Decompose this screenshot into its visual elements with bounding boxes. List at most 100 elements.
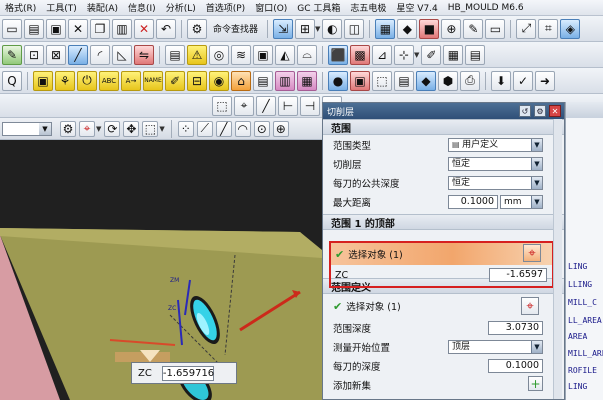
create-program-icon[interactable]: ▣ [33,70,53,91]
verify-icon[interactable]: ◉ [209,70,229,91]
close-icon[interactable]: ✕ [549,105,561,117]
crosshair-icon[interactable]: ⌖ [79,120,95,137]
menu-window[interactable]: 窗口(O) [250,1,292,14]
layer-icon[interactable]: ◫ [344,18,365,39]
method-icon[interactable]: ▤ [394,70,414,91]
crosshair-select-icon[interactable]: ⌖ [521,297,539,315]
more-snap-icon[interactable]: ⊕ [272,120,289,137]
menu-preferences[interactable]: 首选项(P) [201,1,250,14]
select-all-icon[interactable]: ⬚ [212,95,232,116]
midpoint-icon[interactable]: ⊢ [278,95,298,116]
chamfer-icon[interactable]: ◺ [112,44,132,65]
create-tool-icon[interactable]: ⚘ [55,70,75,91]
offset-face-icon[interactable]: ▣ [253,44,273,65]
cube-red-icon[interactable]: ■ [419,18,440,39]
range-depth-input[interactable]: 3.0730 [488,320,543,335]
menu-xingkong[interactable]: 星空 V7.4 [391,1,442,14]
measure-icon[interactable]: ⤢ [516,18,537,39]
slope-icon[interactable]: ⟋ [196,120,213,137]
extrude-icon[interactable]: ▤ [165,44,185,65]
range-type-select[interactable]: ▤ 用户定义 ▼ [448,137,543,152]
pattern-icon[interactable]: ▩ [350,44,370,65]
select-filter-icon[interactable]: ⇲ [273,18,294,39]
point-icon[interactable]: ⊡ [24,44,44,65]
toolpath-icon[interactable]: ⊟ [187,70,207,91]
zoom-icon[interactable]: Q [2,70,22,91]
thread-icon[interactable]: ≋ [231,44,251,65]
settings-icon[interactable]: ⚙ [60,120,76,137]
pan-icon[interactable]: ✥ [123,120,140,137]
crosshair-select-icon[interactable]: ⌖ [523,244,541,262]
curve-snap-icon[interactable]: ◠ [234,120,251,137]
mcs-icon[interactable]: ⬚ [372,70,392,91]
menu-format[interactable]: 格式(R) [0,1,41,14]
hole-icon[interactable]: ◎ [209,44,229,65]
rect-icon[interactable]: ▭ [485,18,506,39]
table-icon[interactable]: ▤ [465,44,486,65]
max-distance-input[interactable]: 0.1000 [448,194,498,209]
blend-icon[interactable]: ◭ [275,44,295,65]
settings-icon[interactable]: ⚙ [534,105,546,117]
material-icon[interactable]: ⌂ [231,70,251,91]
save-icon[interactable]: ▣ [46,18,66,39]
cut-layer-select[interactable]: 恒定 ▼ [448,156,543,171]
edge-icon[interactable]: ◆ [397,18,418,39]
filter-combo[interactable]: ▼ [2,121,52,136]
dropdown-arrow-icon[interactable]: ▼ [159,125,164,133]
brush-icon[interactable]: ✐ [165,70,185,91]
snap-icon[interactable]: ⌖ [234,95,254,116]
endpoint-icon[interactable]: ⊣ [300,95,320,116]
arrow-down-icon[interactable]: ⬇ [491,70,511,91]
copy-icon[interactable]: ❐ [90,18,110,39]
command-finder-label[interactable]: 命令查找器 [209,22,262,35]
nav-item[interactable]: AREA [568,332,587,341]
dropdown-arrow-icon[interactable]: ▼ [315,25,320,33]
menu-hb-mould[interactable]: HB_MOULD M6.6 [443,3,529,13]
nav-item[interactable]: LING [568,382,587,391]
grid-icon[interactable]: ▦ [443,44,464,65]
menu-tools[interactable]: 工具(T) [41,1,82,14]
per-cut-depth-input[interactable]: 0.1000 [488,358,543,373]
mirror-icon[interactable]: ⇋ [134,44,154,65]
body-icon[interactable]: ⬛ [328,44,348,65]
line-snap-icon[interactable]: ╱ [256,95,276,116]
tangent-icon[interactable]: ╱ [215,120,232,137]
add-set-icon[interactable]: + [528,376,543,391]
sketch-icon[interactable]: ✎ [463,18,484,39]
nav-item[interactable]: LLING [568,280,592,289]
point-snap-icon[interactable]: ⁘ [177,120,194,137]
shop-doc-icon[interactable]: ▥ [275,70,295,91]
workpiece-icon[interactable]: ▣ [350,70,370,91]
delete-icon[interactable]: ✕ [134,18,154,39]
unit-select[interactable]: mm ▼ [500,194,543,209]
shade-icon[interactable]: ◐ [322,18,343,39]
common-depth-select[interactable]: 恒定 ▼ [448,175,543,190]
boolean-icon[interactable]: ⊕ [441,18,462,39]
dropdown-arrow-icon[interactable]: ▼ [96,125,101,133]
view-icon[interactable]: ⊞ [295,18,316,39]
range-group-header[interactable]: 范围 [323,119,564,135]
command-finder-icon[interactable]: ⚙ [187,18,207,39]
render-icon[interactable]: ◈ [560,18,581,39]
center-snap-icon[interactable]: ⊙ [253,120,270,137]
rotate-icon[interactable]: ⟳ [104,120,121,137]
edit-feature-icon[interactable]: ✐ [421,44,442,65]
abc-icon[interactable]: ABC [99,70,119,91]
arrow-right-icon[interactable]: ➜ [535,70,555,91]
range1-top-header[interactable]: 范围 1 的顶部 [323,214,564,230]
output-icon[interactable]: ▦ [297,70,317,91]
dropdown-arrow-icon[interactable]: ▼ [414,51,419,59]
generate-icon[interactable]: ⬢ [438,70,458,91]
surface-icon[interactable]: ⌓ [297,44,317,65]
measure-from-select[interactable]: 顶层 ▼ [448,339,543,354]
print-icon[interactable]: ⎙ [460,70,480,91]
undo-icon[interactable]: ↶ [156,18,176,39]
range1-select-object-row[interactable]: ✔ 选择对象 (1) ⌖ [331,243,552,265]
arc-icon[interactable]: ◜ [90,44,110,65]
graphics-viewport[interactable]: ZM ZC [0,140,322,400]
name-icon[interactable]: NAME [143,70,163,91]
nav-item[interactable]: ROFILE [568,366,597,375]
trim-icon[interactable]: ⊠ [46,44,66,65]
nav-item[interactable]: MILL_AREA [568,349,603,358]
rename-abc-icon[interactable]: A→ [121,70,141,91]
